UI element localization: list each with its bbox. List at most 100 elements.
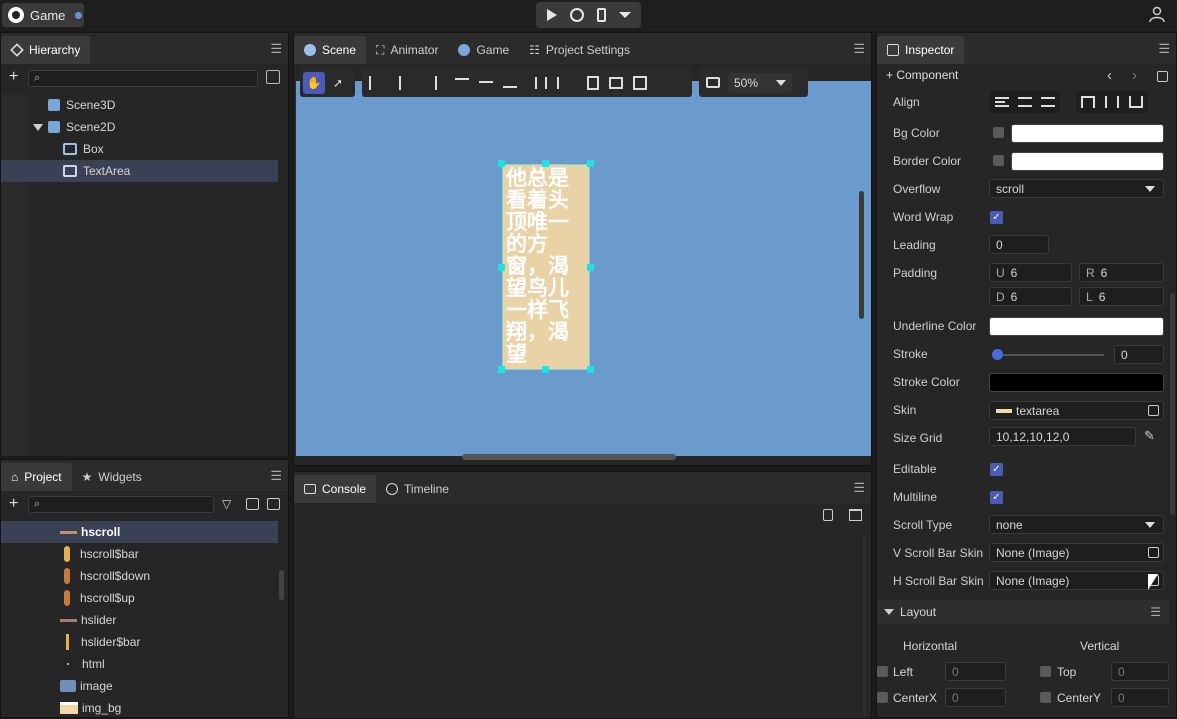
- underline-color-swatch[interactable]: [989, 317, 1164, 336]
- h-scroll-bar-skin-input[interactable]: None (Image): [989, 571, 1164, 590]
- tree-item[interactable]: Scene2D: [1, 116, 278, 138]
- distribute-v-icon[interactable]: [557, 76, 569, 89]
- border-color-checkbox[interactable]: [993, 155, 1004, 166]
- text-align-right-icon[interactable]: [1041, 97, 1056, 107]
- filter-icon[interactable]: ▽: [222, 497, 231, 511]
- skin-input[interactable]: textarea: [989, 401, 1164, 420]
- selection-handle[interactable]: [542, 160, 549, 167]
- multiline-checkbox[interactable]: ✓: [990, 491, 1003, 504]
- top-checkbox[interactable]: [1040, 666, 1051, 677]
- stroke-color-swatch[interactable]: [989, 373, 1164, 392]
- selection-handle[interactable]: [587, 366, 594, 373]
- tree-item[interactable]: Box: [1, 138, 278, 160]
- clear-icon[interactable]: [849, 509, 862, 521]
- left-checkbox[interactable]: [877, 666, 888, 677]
- app-tab-game[interactable]: Game: [2, 3, 84, 27]
- caret-down-icon[interactable]: [33, 123, 43, 131]
- scroll-type-select[interactable]: none: [989, 515, 1164, 534]
- zoom-select[interactable]: 50%: [728, 72, 792, 93]
- add-component-button[interactable]: + Component: [886, 68, 958, 82]
- tree-item-selected[interactable]: TextArea: [1, 160, 278, 182]
- text-align-left-icon[interactable]: [994, 97, 1009, 107]
- size-grid-input[interactable]: 10,12,10,12,0: [989, 427, 1136, 446]
- tab-console[interactable]: Console: [294, 475, 377, 503]
- viewport-hscroll[interactable]: [462, 454, 676, 460]
- columns-icon[interactable]: [246, 498, 259, 510]
- overflow-select[interactable]: scroll: [989, 179, 1164, 198]
- pick-asset-icon[interactable]: [1148, 547, 1159, 558]
- hierarchy-search-input[interactable]: ⌕: [28, 70, 258, 87]
- forward-icon[interactable]: ›: [1132, 67, 1137, 84]
- asset-item[interactable]: html: [1, 653, 278, 675]
- pointer-tool-icon[interactable]: ➚: [331, 76, 345, 90]
- selection-handle[interactable]: [498, 264, 505, 271]
- align-bottom-icon[interactable]: [503, 78, 517, 88]
- border-color-swatch[interactable]: [1011, 152, 1164, 171]
- align-middle-v-icon[interactable]: [479, 80, 493, 91]
- distribute-h-icon[interactable]: [535, 76, 547, 89]
- stroke-slider-track[interactable]: [994, 354, 1104, 356]
- padding-left-input[interactable]: L6: [1079, 287, 1164, 306]
- bg-color-checkbox[interactable]: [993, 127, 1004, 138]
- valign-top-icon[interactable]: [1081, 96, 1095, 108]
- editable-checkbox[interactable]: ✓: [990, 463, 1003, 476]
- menu-icon[interactable]: ☰: [853, 41, 865, 57]
- menu-icon[interactable]: ☰: [1158, 41, 1170, 57]
- hand-tool-icon[interactable]: ✋: [303, 71, 325, 94]
- selection-handle[interactable]: [587, 264, 594, 271]
- v-scroll-bar-skin-input[interactable]: None (Image): [989, 543, 1164, 562]
- back-icon[interactable]: ‹: [1107, 67, 1112, 84]
- tab-scene[interactable]: Scene: [294, 36, 367, 64]
- tab-project-settings[interactable]: ☷ Project Settings: [519, 36, 640, 64]
- selection-handle[interactable]: [498, 160, 505, 167]
- top-input[interactable]: 0: [1111, 662, 1169, 681]
- centery-input[interactable]: 0: [1111, 688, 1169, 707]
- menu-icon[interactable]: ☰: [270, 468, 282, 484]
- add-icon[interactable]: +: [9, 68, 18, 86]
- asset-item[interactable]: hscroll$down: [1, 565, 278, 587]
- centerx-checkbox[interactable]: [877, 692, 888, 703]
- asset-item[interactable]: hscroll$up: [1, 587, 278, 609]
- screen-fit-icon[interactable]: [706, 77, 720, 88]
- tab-animator[interactable]: ⛶ Animator: [366, 36, 448, 64]
- bg-color-swatch[interactable]: [1011, 124, 1164, 143]
- padding-right-input[interactable]: R6: [1079, 263, 1164, 282]
- inspector-scrollbar[interactable]: [1170, 293, 1175, 515]
- padding-up-input[interactable]: U6: [989, 263, 1072, 282]
- tab-game[interactable]: Game: [448, 36, 519, 64]
- valign-middle-icon[interactable]: [1105, 96, 1119, 108]
- asset-item[interactable]: hslider: [1, 609, 278, 631]
- valign-bottom-icon[interactable]: [1129, 96, 1143, 108]
- asset-item[interactable]: hscroll$bar: [1, 543, 278, 565]
- left-input[interactable]: 0: [945, 662, 1006, 681]
- layout-section-header[interactable]: Layout ☰: [877, 600, 1169, 624]
- edit-grid-icon[interactable]: ✎: [1144, 428, 1155, 444]
- mobile-icon[interactable]: [596, 8, 606, 22]
- same-height-icon[interactable]: [587, 75, 599, 90]
- tree-item[interactable]: Scene3D: [1, 94, 278, 116]
- copy-icon[interactable]: [266, 70, 280, 84]
- selection-handle[interactable]: [498, 366, 505, 373]
- viewport-vscroll[interactable]: [859, 191, 864, 319]
- tab-timeline[interactable]: Timeline: [376, 475, 459, 503]
- align-top-icon[interactable]: [455, 77, 469, 88]
- lock-icon[interactable]: [1157, 71, 1168, 82]
- padding-down-input[interactable]: D6: [989, 287, 1072, 306]
- asset-item[interactable]: hslider$bar: [1, 631, 278, 653]
- align-left-icon[interactable]: [369, 75, 383, 90]
- align-center-h-icon[interactable]: [399, 75, 413, 90]
- asset-item-selected[interactable]: hscroll: [1, 521, 278, 543]
- tab-inspector[interactable]: Inspector: [877, 36, 965, 64]
- menu-icon[interactable]: ☰: [1150, 605, 1161, 619]
- grid-icon[interactable]: [633, 75, 647, 90]
- asset-item[interactable]: image: [1, 675, 278, 697]
- tab-widgets[interactable]: ★ Widgets: [72, 463, 152, 491]
- same-width-icon[interactable]: [609, 76, 623, 89]
- project-scrollbar[interactable]: [279, 570, 284, 600]
- centery-checkbox[interactable]: [1040, 692, 1051, 703]
- align-right-icon[interactable]: [423, 75, 437, 90]
- leading-input[interactable]: 0: [989, 235, 1049, 254]
- chevron-down-icon[interactable]: [618, 12, 631, 18]
- text-align-center-icon[interactable]: [1017, 97, 1032, 107]
- add-icon[interactable]: +: [9, 495, 18, 513]
